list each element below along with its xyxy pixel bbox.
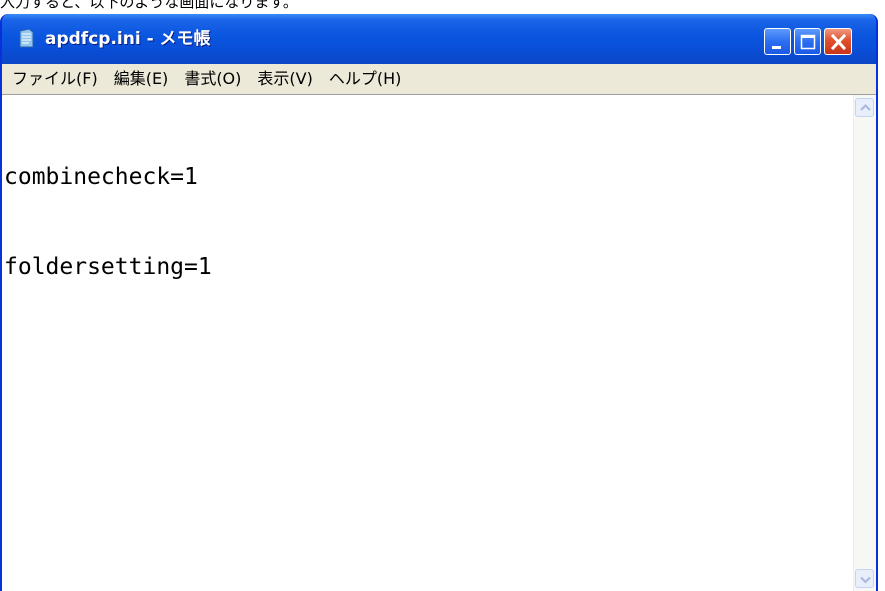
scroll-up-button[interactable] bbox=[855, 98, 874, 117]
maximize-button[interactable] bbox=[794, 28, 821, 55]
chevron-down-icon bbox=[860, 576, 871, 584]
menu-view[interactable]: 表示(V) bbox=[249, 66, 320, 92]
menu-edit[interactable]: 編集(E) bbox=[106, 66, 177, 92]
editor-line-1: combinecheck=1 bbox=[4, 164, 198, 190]
minimize-button[interactable] bbox=[764, 28, 791, 55]
text-editor[interactable]: combinecheck=1 foldersetting=1 bbox=[2, 94, 876, 591]
notepad-icon[interactable] bbox=[18, 28, 35, 48]
editor-content[interactable]: combinecheck=1 foldersetting=1 bbox=[4, 102, 852, 591]
title-bar[interactable]: apdfcp.ini - メモ帳 bbox=[2, 14, 876, 64]
vertical-scrollbar[interactable] bbox=[853, 95, 876, 591]
window-title: apdfcp.ini - メモ帳 bbox=[45, 29, 211, 49]
close-icon bbox=[830, 33, 847, 51]
menu-help[interactable]: ヘルプ(H) bbox=[321, 66, 410, 92]
minimize-icon bbox=[772, 46, 781, 49]
editor-line-2: foldersetting=1 bbox=[4, 254, 212, 280]
menu-format[interactable]: 書式(O) bbox=[176, 66, 249, 92]
maximize-icon bbox=[800, 34, 816, 50]
menu-bar: ファイル(F) 編集(E) 書式(O) 表示(V) ヘルプ(H) bbox=[2, 64, 876, 94]
notepad-window: apdfcp.ini - メモ帳 ファイル(F) 編集(E) 書式(O) 表示(… bbox=[0, 14, 878, 591]
scroll-down-button[interactable] bbox=[855, 569, 874, 588]
chevron-up-icon bbox=[860, 104, 871, 111]
instruction-caption: 入力すると、以下のような画面になります。 bbox=[0, 0, 298, 11]
menu-file[interactable]: ファイル(F) bbox=[2, 66, 106, 92]
close-button[interactable] bbox=[824, 28, 852, 55]
